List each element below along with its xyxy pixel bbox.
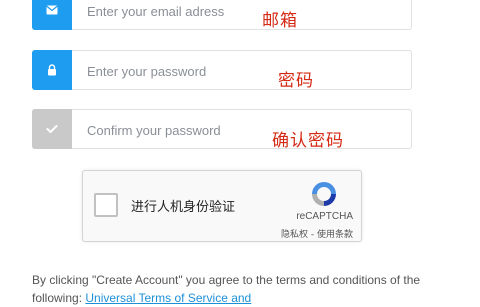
email-field-container bbox=[32, 0, 412, 31]
recaptcha-widget: 进行人机身份验证 reCAPTCHA 隐私权 - 使用条款 bbox=[82, 170, 362, 242]
confirm-password-annotation: 确认密码 bbox=[272, 131, 344, 151]
lock-icon bbox=[48, 64, 56, 76]
envelope-icon bbox=[46, 5, 58, 15]
email-annotation: 邮箱 bbox=[262, 11, 298, 31]
password-annotation: 密码 bbox=[278, 71, 314, 91]
password-icon-box bbox=[32, 50, 72, 90]
password-field-container bbox=[32, 50, 412, 91]
email-icon-box bbox=[32, 0, 72, 30]
recaptcha-checkbox[interactable] bbox=[94, 193, 118, 217]
terms-text: By clicking "Create Account" you agree t… bbox=[32, 271, 452, 307]
confirm-password-field-container bbox=[32, 109, 412, 150]
confirm-icon-box bbox=[32, 109, 72, 149]
email-input[interactable] bbox=[85, 0, 389, 31]
recaptcha-label: 进行人机身份验证 bbox=[131, 200, 236, 215]
recaptcha-brand: reCAPTCHA bbox=[296, 211, 353, 222]
recaptcha-privacy-terms-links[interactable]: 隐私权 - 使用条款 bbox=[281, 227, 353, 240]
check-icon bbox=[46, 125, 58, 133]
password-input[interactable] bbox=[85, 51, 389, 91]
recaptcha-logo-icon bbox=[312, 182, 336, 206]
terms-of-service-link[interactable]: Universal Terms of Service and bbox=[85, 291, 251, 305]
